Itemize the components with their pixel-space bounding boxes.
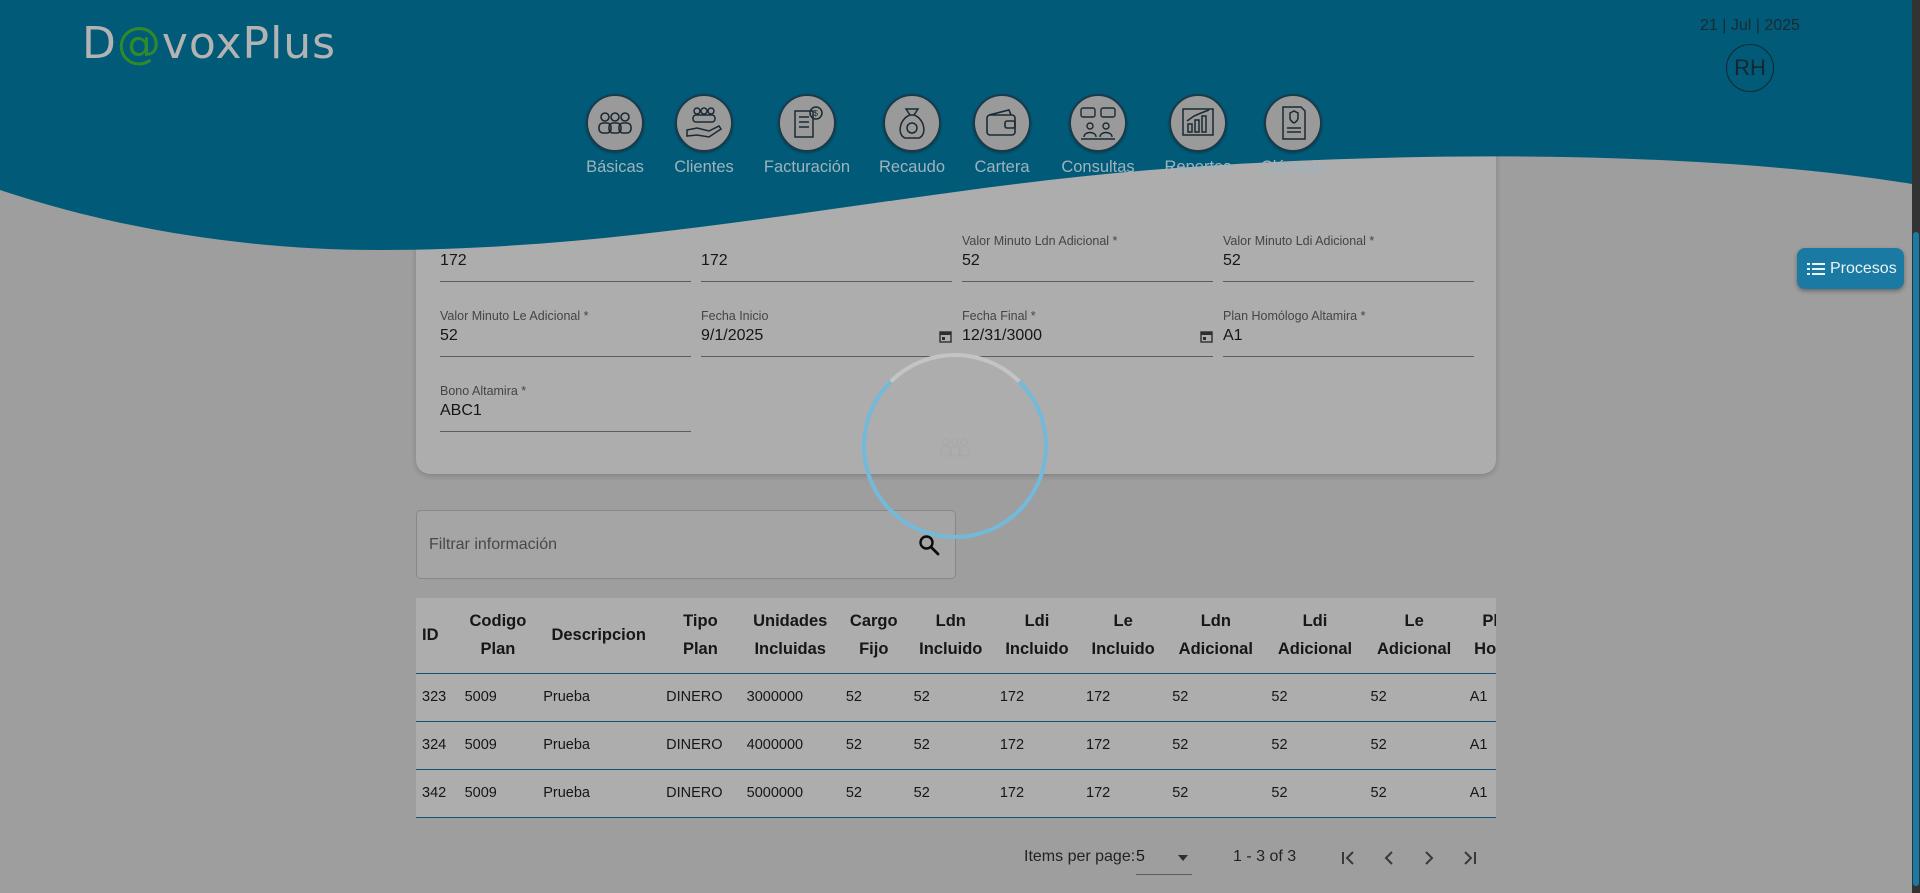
user-avatar[interactable]: RH [1726,44,1774,92]
group-icon [940,438,970,457]
clients-hand-icon [686,107,723,138]
wallet-icon [986,109,1016,136]
app-logo[interactable]: D@voxPlus [82,18,336,69]
nav-facturacion[interactable]: $ Facturación [752,94,862,177]
nav-clientes[interactable]: Clientes [649,94,759,177]
nav-consultas[interactable]: Consultas [1043,94,1153,177]
group-icon [598,112,632,134]
nav-reportes[interactable]: Reportes [1143,94,1253,177]
scrollbar[interactable] [1912,0,1920,893]
nav-clausula[interactable]: Cláusula [1238,94,1348,177]
consult-icon [1080,107,1116,140]
nav-cartera[interactable]: Cartera [947,94,1057,177]
procesos-button[interactable]: Procesos [1797,248,1904,289]
contract-icon [1282,106,1306,140]
current-date: 21 | Jul | 2025 [1700,17,1800,34]
svg-text:$: $ [814,109,819,118]
procesos-label: Procesos [1830,259,1897,277]
scrollbar-thumb[interactable] [1913,232,1919,886]
list-icon [1807,262,1825,275]
invoice-icon: $ [794,106,823,138]
money-bag-icon [899,108,925,139]
report-chart-icon [1182,108,1214,136]
